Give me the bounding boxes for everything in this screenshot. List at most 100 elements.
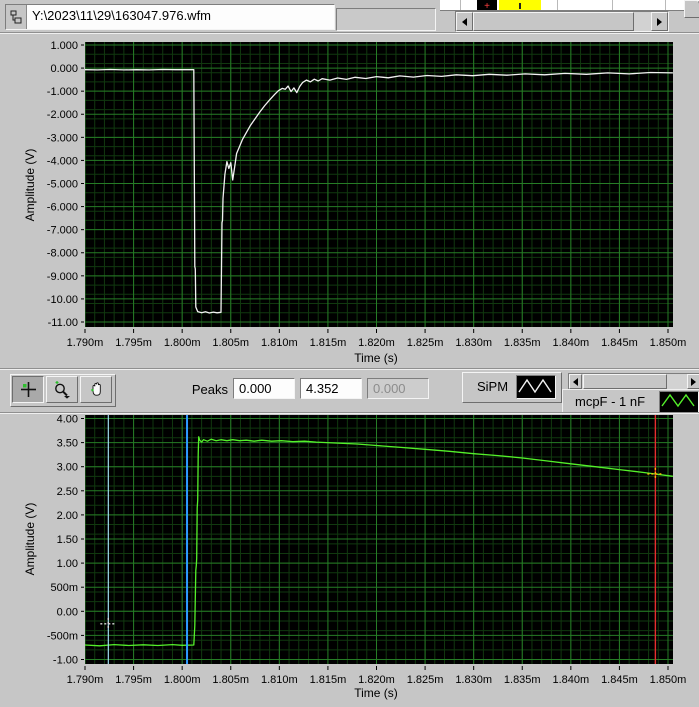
- magnifier-icon: [55, 380, 70, 399]
- y-tick-label: -9.000: [47, 271, 78, 283]
- graph-toolbar: Peaks 0.000 4.352 0.000 SiPM mcpF - 1 nF: [0, 368, 699, 413]
- sipm-graph-panel: 1.790m 1.795m 1.800m 1.805m 1.810m 1.815m 1.82…: [0, 33, 699, 368]
- right-arrow-icon: [691, 377, 696, 386]
- mcp-chart[interactable]: 1.790m 1.795m 1.800m 1.805m 1.810m 1.815m 1.82…: [0, 412, 699, 707]
- cursor-tool-button[interactable]: [12, 376, 44, 403]
- legend-item-sipm[interactable]: SiPM: [462, 372, 562, 403]
- x-tick-label: 1.840m: [552, 337, 589, 349]
- legend-item-mcp[interactable]: mcpF - 1 nF: [562, 389, 699, 413]
- legend-scroll-right-button[interactable]: [687, 374, 699, 389]
- peak-field-1[interactable]: 0.000: [233, 378, 295, 399]
- y-tick-label: -1.000: [47, 86, 78, 98]
- x-tick-label: 1.810m: [261, 674, 298, 686]
- x-tick-label: 1.805m: [212, 337, 249, 349]
- y-tick-label: -11.00: [48, 317, 78, 329]
- y-tick-label: 1.000: [50, 40, 78, 52]
- x-tick-label: 1.795m: [115, 337, 152, 349]
- y-tick-label: -500m: [47, 630, 78, 642]
- x-axis-title: Time (s): [354, 351, 398, 365]
- x-tick-label: 1.825m: [407, 337, 444, 349]
- y-tick-label: -10.00: [47, 294, 78, 306]
- y-tick-label: 0.00: [57, 606, 78, 618]
- waveform-viewer-window: Y:\2023\11\29\163047.976.wfm Current Wfm…: [0, 0, 699, 707]
- peak-value-1: 0.000: [239, 381, 272, 396]
- x-tick-label: 1.845m: [601, 674, 638, 686]
- waveform-icon-sipm[interactable]: [516, 375, 556, 399]
- x-tick-label: 1.820m: [358, 674, 395, 686]
- pan-tool-button[interactable]: [80, 376, 112, 403]
- scrollbar-thumb[interactable]: [473, 12, 634, 31]
- x-axis-title: Time (s): [354, 686, 398, 700]
- x-tick-label: 1.810m: [261, 337, 298, 349]
- cursor-active-cell[interactable]: [499, 0, 541, 10]
- table-divider: [612, 0, 613, 10]
- cursor-legend-table[interactable]: +: [440, 0, 699, 11]
- y-tick-label: 1.00: [57, 558, 78, 570]
- y-tick-label: 1.50: [57, 534, 78, 546]
- x-tick-label: 1.800m: [164, 337, 201, 349]
- y-tick-label: -1.00: [53, 655, 78, 667]
- legend-scrollbar[interactable]: [568, 373, 699, 390]
- y-tick-label: -5.000: [47, 178, 78, 190]
- x-tick-label: 1.850m: [650, 674, 687, 686]
- current-wfm-label-text: Current Wfm: [352, 0, 440, 3]
- legend-scrollbar-thumb[interactable]: [583, 374, 667, 389]
- wfm-path-value[interactable]: Y:\2023\11\29\163047.976.wfm: [27, 5, 334, 29]
- x-tick-label: 1.815m: [310, 337, 347, 349]
- left-arrow-icon: [462, 17, 467, 26]
- path-type-icon: [6, 5, 27, 29]
- y-tick-label: 2.50: [57, 486, 78, 498]
- x-tick-label: 1.800m: [164, 674, 201, 686]
- y-tick-label: -6.000: [47, 202, 78, 214]
- sipm-chart[interactable]: 1.790m 1.795m 1.800m 1.805m 1.810m 1.815m 1.82…: [0, 33, 699, 368]
- legend-scrollbar-track[interactable]: [582, 374, 687, 389]
- x-tick-label: 1.850m: [650, 337, 687, 349]
- hand-icon: [90, 382, 101, 396]
- legend-label-mcp: mcpF - 1 nF: [575, 394, 646, 409]
- peak-field-2[interactable]: 4.352: [300, 378, 362, 399]
- x-tick-label: 1.835m: [504, 337, 541, 349]
- table-divider: [557, 0, 558, 10]
- peak-field-3: 0.000: [367, 378, 429, 399]
- left-arrow-icon: [573, 377, 578, 386]
- x-tick-label: 1.825m: [407, 674, 444, 686]
- y-tick-label: 3.00: [57, 462, 78, 474]
- y-axis-title: Amplitude (V): [23, 502, 37, 576]
- x-tick-label: 1.790m: [67, 337, 104, 349]
- zoom-tool-button[interactable]: [46, 376, 78, 403]
- x-tick-label: 1.795m: [115, 674, 152, 686]
- mcp-graph-panel: 1.790m 1.795m 1.800m 1.805m 1.810m 1.815m 1.82…: [0, 412, 699, 707]
- top-bar: Y:\2023\11\29\163047.976.wfm Current Wfm…: [0, 0, 699, 33]
- x-tick-label: 1.840m: [552, 674, 589, 686]
- right-arrow-icon: [657, 17, 662, 26]
- graph-tool-palette: [10, 374, 116, 407]
- y-tick-label: 0.000: [50, 63, 78, 75]
- scroll-right-button[interactable]: [651, 12, 668, 31]
- scroll-left-button[interactable]: [456, 12, 473, 31]
- plot-background[interactable]: [85, 42, 673, 327]
- legend-scroll-left-button[interactable]: [569, 374, 582, 389]
- table-divider: [460, 0, 461, 10]
- y-tick-label: 2.00: [57, 510, 78, 522]
- peak-value-3: 0.000: [373, 381, 406, 396]
- x-tick-label: 1.845m: [601, 337, 638, 349]
- x-tick-label: 1.815m: [310, 674, 347, 686]
- current-wfm-indicator: [336, 8, 436, 31]
- scrollbar-track[interactable]: [473, 12, 651, 31]
- cursor-color-cell[interactable]: +: [477, 0, 497, 10]
- cursor-table-scrollbar[interactable]: [455, 11, 669, 32]
- peaks-label: Peaks: [191, 382, 228, 397]
- x-tick-label: 1.790m: [67, 674, 104, 686]
- path-glyph-icon: [10, 10, 22, 24]
- current-wfm-label: Current Wfm: [352, 0, 440, 5]
- table-divider: [665, 0, 666, 10]
- x-tick-label: 1.820m: [358, 337, 395, 349]
- cursor-style-icon: [519, 3, 521, 9]
- waveform-icon-mcp[interactable]: [659, 391, 699, 413]
- y-tick-label: -7.000: [47, 225, 78, 237]
- wfm-path-control[interactable]: Y:\2023\11\29\163047.976.wfm: [5, 4, 335, 30]
- y-tick-label: -3.000: [47, 132, 78, 144]
- crosshair-icon: [20, 382, 36, 397]
- corner-button[interactable]: [684, 0, 699, 18]
- y-tick-label: -2.000: [47, 109, 78, 121]
